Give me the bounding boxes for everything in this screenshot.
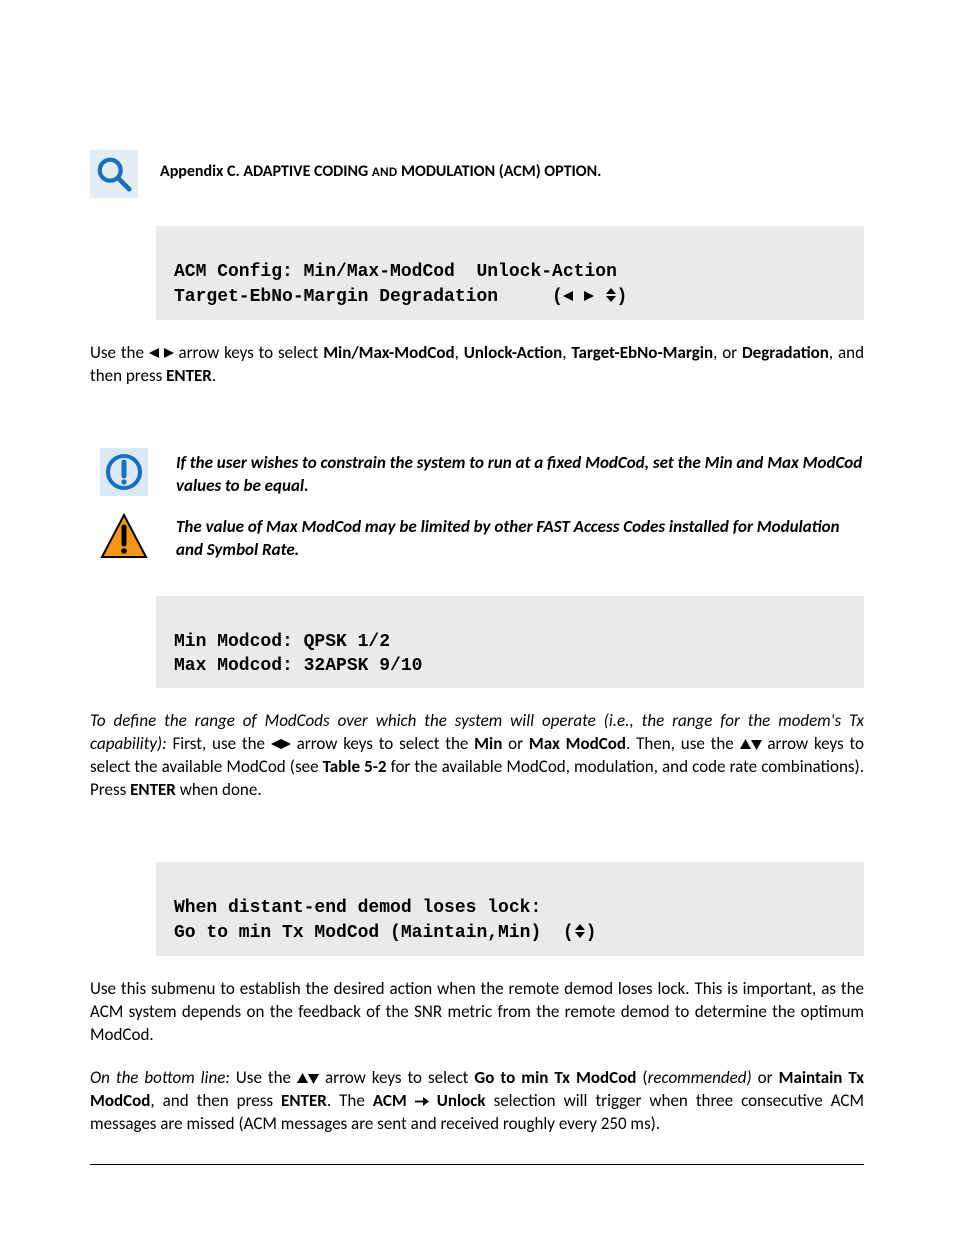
- info-note: If the user wishes to constrain the syst…: [100, 448, 864, 498]
- text-bold: ENTER: [166, 365, 212, 386]
- text-italic: On the bottom line:: [90, 1067, 230, 1088]
- info-icon: [100, 448, 148, 496]
- text-bold: ENTER: [281, 1090, 327, 1111]
- text: arrow keys to select: [174, 342, 324, 363]
- lcd-unlock-action: When distant-end demod loses lock: Go to…: [156, 862, 864, 956]
- text-bold: Degradation: [742, 342, 829, 363]
- warning-icon: [100, 512, 148, 560]
- info-note-text: If the user wishes to constrain the syst…: [176, 448, 864, 498]
- appendix-header-block: Appendix C. ADAPTIVE CODING AND MODULATI…: [90, 150, 864, 198]
- instruction-para-1: Use the arrow keys to select Min/Max-Mod…: [90, 342, 864, 388]
- text: First, use the: [167, 733, 271, 754]
- right-arrow-thin-icon: [415, 1090, 429, 1111]
- down-arrow-icon: [308, 1067, 319, 1088]
- text-bold: ACM: [373, 1090, 407, 1111]
- text: arrow keys to select the: [291, 733, 474, 754]
- appendix-title-prefix: Appendix C. ADAPTIVE CODING: [160, 162, 372, 181]
- text-bold: Table 5-2: [323, 756, 387, 777]
- text: arrow keys to select: [319, 1067, 474, 1088]
- lcd-line: ACM Config: Min/Max-ModCod Unlock-Action: [174, 262, 617, 282]
- text: (: [636, 1067, 647, 1088]
- instruction-para-3: Use this submenu to establish the desire…: [90, 978, 864, 1047]
- up-down-arrow-icon: [605, 286, 617, 310]
- lcd-line: Min Modcod: QPSK 1/2: [174, 632, 390, 652]
- right-arrow-icon: [281, 733, 291, 754]
- lcd-line: Go to min Tx ModCod (Maintain,Min) (: [174, 923, 574, 943]
- text: Use the: [90, 342, 149, 363]
- text-bold: ENTER: [130, 779, 176, 800]
- text: . Then, use the: [626, 733, 740, 754]
- text: Use the: [230, 1067, 297, 1088]
- lcd-line: Max Modcod: 32APSK 9/10: [174, 656, 422, 676]
- instruction-para-4: On the bottom line: Use the arrow keys t…: [90, 1067, 864, 1136]
- text-bold: Max ModCod: [529, 733, 626, 754]
- lcd-acm-config: ACM Config: Min/Max-ModCod Unlock-Action…: [156, 226, 864, 320]
- text-bold: Unlock: [437, 1090, 486, 1111]
- warning-note-text: The value of Max ModCod may be limited b…: [176, 512, 864, 562]
- text-bold: Target-EbNo-Margin: [571, 342, 713, 363]
- text: when done.: [176, 779, 262, 800]
- up-down-arrow-icon: [574, 922, 586, 946]
- text: or: [502, 733, 529, 754]
- text: .: [212, 365, 216, 386]
- text: ,: [455, 342, 464, 363]
- appendix-title-suffix: MODULATION (ACM) OPTION.: [397, 162, 601, 181]
- down-arrow-icon: [751, 733, 762, 754]
- text-italic: recommended): [648, 1067, 752, 1088]
- right-arrow-icon: [584, 286, 594, 310]
- text: ,: [562, 342, 571, 363]
- text-bold: Min: [474, 733, 502, 754]
- page-content: Appendix C. ADAPTIVE CODING AND MODULATI…: [90, 150, 864, 1136]
- text: , and then press: [150, 1090, 281, 1111]
- appendix-title: Appendix C. ADAPTIVE CODING AND MODULATI…: [160, 162, 601, 181]
- appendix-title-small: AND: [372, 165, 398, 180]
- left-arrow-icon: [563, 286, 573, 310]
- warning-note: The value of Max ModCod may be limited b…: [100, 512, 864, 562]
- up-arrow-icon: [297, 1067, 308, 1088]
- lcd-line: When distant-end demod loses lock:: [174, 898, 541, 918]
- lcd-modcod-range: Min Modcod: QPSK 1/2 Max Modcod: 32APSK …: [156, 596, 864, 689]
- left-arrow-icon: [149, 342, 159, 363]
- left-arrow-icon: [271, 733, 281, 754]
- text-bold: Go to min Tx ModCod: [474, 1067, 636, 1088]
- text: . The: [327, 1090, 373, 1111]
- text: [407, 1090, 415, 1111]
- footer-rule: [90, 1164, 864, 1165]
- text-bold: Unlock-Action: [464, 342, 563, 363]
- text-bold: Min/Max-ModCod: [323, 342, 454, 363]
- lcd-line: Target-EbNo-Margin Degradation (: [174, 287, 563, 307]
- up-arrow-icon: [740, 733, 751, 754]
- instruction-para-2: To define the range of ModCods over whic…: [90, 710, 864, 802]
- text: , or: [713, 342, 742, 363]
- right-arrow-icon: [164, 342, 174, 363]
- text: or: [752, 1067, 779, 1088]
- magnifier-icon: [90, 150, 138, 198]
